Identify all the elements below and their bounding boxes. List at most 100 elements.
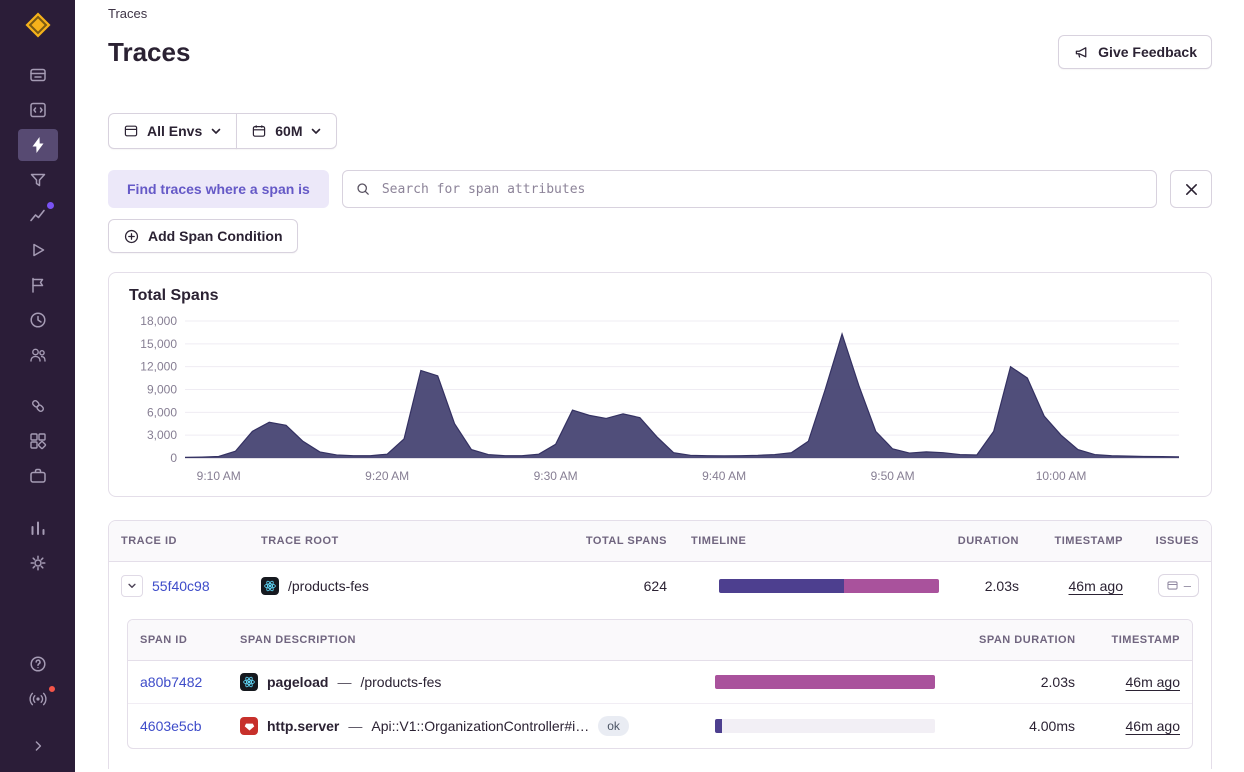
sidebar-item-stats[interactable] bbox=[18, 512, 58, 544]
span-subtable: SPAN ID SPAN DESCRIPTION SPAN DURATION T… bbox=[127, 619, 1193, 749]
environment-filter-button[interactable]: All Envs bbox=[108, 113, 237, 149]
span-id-link[interactable]: 4603e5cb bbox=[140, 718, 202, 734]
help-icon bbox=[28, 654, 48, 674]
col-timestamp: TIMESTAMP bbox=[1031, 521, 1135, 561]
svg-text:9,000: 9,000 bbox=[147, 383, 177, 397]
col-issues: ISSUES bbox=[1135, 521, 1211, 561]
funnel-icon bbox=[28, 170, 48, 190]
sidebar-item-crons[interactable] bbox=[18, 304, 58, 336]
span-timeline-bar bbox=[715, 675, 935, 689]
sentry-logo[interactable] bbox=[23, 10, 53, 45]
clock-icon bbox=[28, 310, 48, 330]
span-subtable-wrap: SPAN ID SPAN DESCRIPTION SPAN DURATION T… bbox=[109, 609, 1211, 769]
clear-search-button[interactable] bbox=[1170, 170, 1212, 208]
react-project-icon bbox=[240, 673, 258, 691]
sidebar-item-projects[interactable] bbox=[18, 94, 58, 126]
span-timestamp: 46m ago bbox=[1126, 674, 1180, 690]
span-search-bar: Find traces where a span is bbox=[108, 170, 1212, 208]
broadcast-icon bbox=[28, 689, 48, 709]
notification-dot bbox=[47, 202, 54, 209]
react-atom-icon bbox=[242, 675, 256, 689]
sidebar-item-explore-traces[interactable] bbox=[18, 129, 58, 161]
sidebar-item-whats-new[interactable] bbox=[18, 683, 58, 715]
span-id-link[interactable]: a80b7482 bbox=[140, 674, 202, 690]
gear-icon bbox=[28, 553, 48, 573]
span-operation: http.server bbox=[267, 718, 339, 734]
sidebar-item-help[interactable] bbox=[18, 648, 58, 680]
traces-table-header: TRACE ID TRACE ROOT TOTAL SPANS TIMELINE… bbox=[109, 521, 1211, 562]
trace-row[interactable]: 55f40c98 /products-fes 624 bbox=[109, 562, 1211, 609]
col-span-timestamp: TIMESTAMP bbox=[1087, 620, 1192, 660]
sidebar-item-dashboards[interactable] bbox=[18, 164, 58, 196]
svg-text:12,000: 12,000 bbox=[140, 360, 177, 374]
filter-bar: All Envs 60M bbox=[108, 113, 1212, 149]
trace-root-name: /products-fes bbox=[288, 578, 369, 594]
sidebar-item-issues[interactable] bbox=[18, 59, 58, 91]
search-box[interactable] bbox=[342, 170, 1157, 208]
insights-chart-icon bbox=[28, 205, 48, 225]
col-trace-root: TRACE ROOT bbox=[249, 521, 529, 561]
span-duration: 2.03s bbox=[967, 662, 1087, 702]
page-title: Traces bbox=[108, 37, 190, 68]
projects-icon bbox=[28, 100, 48, 120]
col-trace-id: TRACE ID bbox=[109, 521, 249, 561]
svg-text:9:50 AM: 9:50 AM bbox=[871, 469, 915, 483]
sidebar-item-organization[interactable] bbox=[18, 460, 58, 492]
svg-text:0: 0 bbox=[170, 451, 177, 465]
close-icon bbox=[1184, 182, 1199, 197]
give-feedback-button[interactable]: Give Feedback bbox=[1058, 35, 1212, 69]
sidebar-item-settings[interactable] bbox=[18, 547, 58, 579]
chart-title: Total Spans bbox=[129, 287, 1193, 305]
total-spans-panel: Total Spans 03,0006,0009,00012,00015,000… bbox=[108, 272, 1212, 497]
svg-text:3,000: 3,000 bbox=[147, 428, 177, 442]
col-total-spans: TOTAL SPANS bbox=[529, 521, 679, 561]
plus-circle-icon bbox=[123, 228, 140, 245]
add-span-condition-button[interactable]: Add Span Condition bbox=[108, 219, 298, 253]
add-condition-row: Add Span Condition bbox=[108, 219, 1212, 253]
briefcase-icon bbox=[28, 466, 48, 486]
ruby-gem-icon bbox=[244, 721, 255, 732]
sidebar-item-user-feedback[interactable] bbox=[18, 339, 58, 371]
span-duration: 4.00ms bbox=[967, 706, 1087, 746]
collapse-trace-button[interactable] bbox=[121, 575, 143, 597]
issues-mini-icon bbox=[1166, 579, 1179, 592]
play-icon bbox=[28, 240, 48, 260]
svg-text:6,000: 6,000 bbox=[147, 405, 177, 419]
svg-text:9:30 AM: 9:30 AM bbox=[534, 469, 578, 483]
svg-text:18,000: 18,000 bbox=[140, 314, 177, 328]
span-subtable-header: SPAN ID SPAN DESCRIPTION SPAN DURATION T… bbox=[128, 620, 1192, 661]
ruby-project-icon bbox=[240, 717, 258, 735]
filter-button-group: All Envs 60M bbox=[108, 113, 337, 149]
window-icon bbox=[123, 123, 139, 139]
sentry-logo-icon bbox=[23, 10, 53, 40]
sidebar-item-insights[interactable] bbox=[18, 199, 58, 231]
sidebar-item-replays[interactable] bbox=[18, 234, 58, 266]
trace-total-spans: 624 bbox=[529, 566, 679, 606]
sidebar-item-releases[interactable] bbox=[18, 390, 58, 422]
span-timestamp: 46m ago bbox=[1126, 718, 1180, 734]
search-input[interactable] bbox=[380, 181, 1144, 198]
sidebar-item-feature-flags[interactable] bbox=[18, 269, 58, 301]
bar-chart-icon bbox=[28, 518, 48, 538]
traces-bolt-icon bbox=[28, 135, 48, 155]
trace-timestamp: 46m ago bbox=[1069, 578, 1123, 594]
blocks-icon bbox=[28, 431, 48, 451]
issues-count-dash: – bbox=[1184, 578, 1191, 593]
notification-dot bbox=[47, 684, 57, 694]
time-range-filter-button[interactable]: 60M bbox=[236, 113, 337, 149]
chevron-down-icon bbox=[310, 125, 322, 137]
users-icon bbox=[28, 345, 48, 365]
span-row: a80b7482 page bbox=[128, 661, 1192, 703]
col-duration: DURATION bbox=[931, 521, 1031, 561]
trace-issues-indicator[interactable]: – bbox=[1158, 574, 1199, 597]
sidebar-item-integrations[interactable] bbox=[18, 425, 58, 457]
span-row: 4603e5cb http.server — Api::V1::Organiza… bbox=[128, 703, 1192, 748]
svg-text:9:10 AM: 9:10 AM bbox=[197, 469, 241, 483]
breadcrumb[interactable]: Traces bbox=[108, 0, 1212, 21]
sidebar-collapse-button[interactable] bbox=[18, 730, 58, 762]
trace-id-link[interactable]: 55f40c98 bbox=[152, 578, 210, 594]
svg-text:9:40 AM: 9:40 AM bbox=[702, 469, 746, 483]
chevron-down-icon bbox=[127, 581, 137, 591]
span-description: Api::V1::OrganizationController#i… bbox=[371, 718, 589, 734]
separator: — bbox=[337, 674, 351, 690]
